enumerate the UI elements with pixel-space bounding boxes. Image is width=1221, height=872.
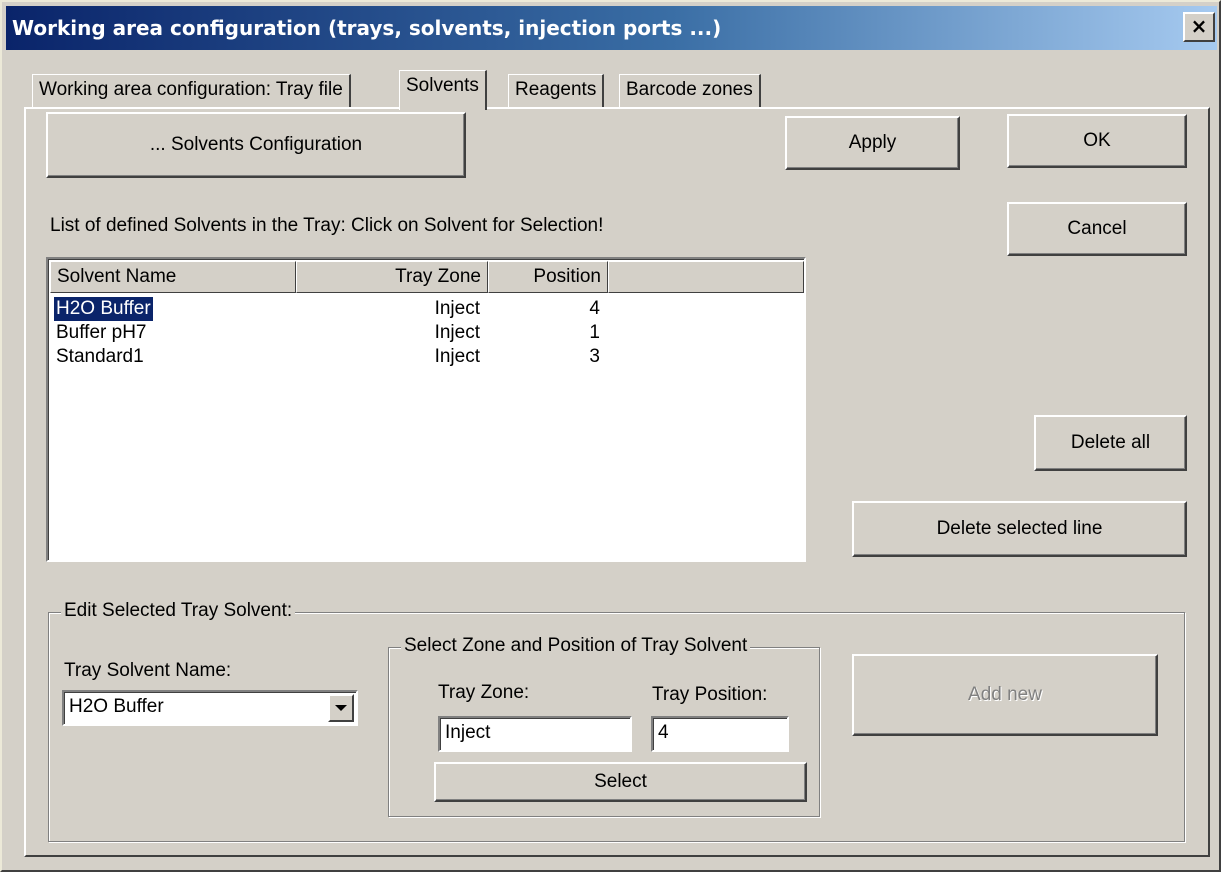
button-label: Add new [968, 684, 1042, 705]
tray-position-label: Tray Position: [652, 684, 768, 705]
button-label: ... Solvents Configuration [149, 134, 363, 155]
tab-barcode-zones[interactable]: Barcode zones [619, 74, 761, 108]
ok-button[interactable]: OK [1007, 114, 1187, 168]
close-icon: × [1190, 14, 1208, 38]
delete-selected-line-button[interactable]: Delete selected line [852, 501, 1187, 557]
cell-tray-zone: Inject [434, 346, 480, 367]
cell-tray-zone: Inject [434, 298, 480, 319]
tab-label: Barcode zones [626, 79, 753, 100]
combo-value: H2O Buffer [69, 696, 164, 717]
column-header-position[interactable]: Position [488, 261, 608, 293]
table-row[interactable]: Buffer pH7 Inject 1 [50, 321, 804, 345]
cell-position: 1 [589, 322, 600, 343]
cell-solvent-name: H2O Buffer [53, 296, 154, 322]
tab-label: Working area configuration: Tray file [39, 79, 343, 100]
cell-tray-zone: Inject [434, 322, 480, 343]
column-header-solvent-name[interactable]: Solvent Name [50, 261, 296, 293]
button-label: Apply [848, 132, 897, 153]
tray-zone-input[interactable]: Inject [438, 716, 632, 752]
cell-solvent-name: Buffer pH7 [56, 322, 147, 343]
solvents-list[interactable]: Solvent Name Tray Zone Position H2O Buff… [46, 257, 806, 562]
apply-button[interactable]: Apply [785, 116, 960, 170]
button-label: Select [594, 771, 647, 792]
add-new-button[interactable]: Add new [852, 654, 1158, 736]
title-bar[interactable]: Working area configuration (trays, solve… [6, 6, 1217, 50]
button-label: Cancel [1067, 218, 1127, 239]
chevron-down-icon[interactable] [328, 694, 354, 722]
column-label: Tray Zone [395, 266, 481, 287]
column-header-tray-zone[interactable]: Tray Zone [296, 261, 488, 293]
table-row[interactable]: H2O Buffer Inject 4 [50, 296, 804, 322]
cell-solvent-name: Standard1 [56, 346, 144, 367]
tray-solvent-name-combo[interactable]: H2O Buffer [62, 690, 358, 726]
select-button[interactable]: Select [434, 762, 807, 802]
tab-label: Reagents [515, 79, 597, 100]
solvent-list-caption: List of defined Solvents in the Tray: Cl… [50, 215, 604, 236]
cancel-button[interactable]: Cancel [1007, 202, 1187, 256]
close-button[interactable]: × [1183, 12, 1215, 42]
tab-reagents[interactable]: Reagents [508, 74, 605, 108]
cell-position: 3 [589, 346, 600, 367]
cell-position: 4 [589, 298, 600, 319]
column-label: Position [533, 266, 601, 287]
solvents-configuration-button[interactable]: ... Solvents Configuration [46, 112, 466, 178]
group-legend: Select Zone and Position of Tray Solvent [401, 635, 751, 657]
tray-zone-label: Tray Zone: [438, 682, 530, 703]
list-header: Solvent Name Tray Zone Position [50, 261, 804, 293]
delete-all-button[interactable]: Delete all [1034, 415, 1187, 471]
table-row[interactable]: Standard1 Inject 3 [50, 345, 804, 369]
group-legend: Edit Selected Tray Solvent: [61, 600, 296, 622]
tab-tray-file[interactable]: Working area configuration: Tray file [32, 74, 351, 108]
button-label: Delete selected line [936, 518, 1103, 539]
tray-position-input[interactable]: 4 [651, 716, 789, 752]
field-value: 4 [658, 722, 669, 743]
dialog-window: Working area configuration (trays, solve… [0, 0, 1221, 872]
tab-label: Solvents [406, 75, 479, 96]
button-label: Delete all [1070, 432, 1151, 453]
window-title: Working area configuration (trays, solve… [12, 16, 722, 40]
column-label: Solvent Name [57, 266, 177, 287]
tab-solvents[interactable]: Solvents [399, 70, 487, 110]
tray-solvent-name-label: Tray Solvent Name: [64, 660, 232, 681]
field-value: Inject [445, 722, 491, 743]
column-header-filler [608, 261, 804, 293]
button-label: OK [1083, 130, 1111, 151]
